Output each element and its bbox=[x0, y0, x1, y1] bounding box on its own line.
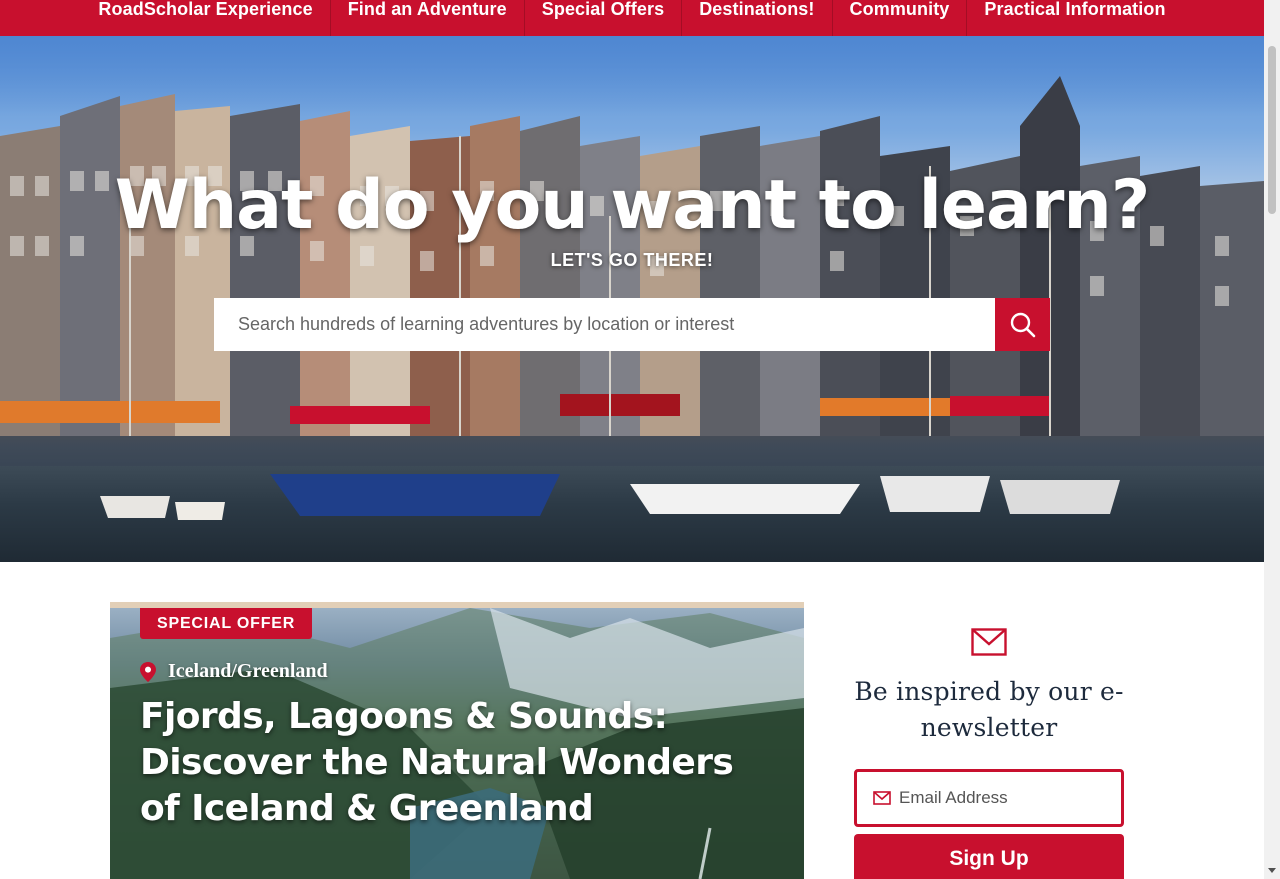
nav-item-practical-information[interactable]: Practical Information bbox=[967, 0, 1182, 36]
special-offer-badge: SPECIAL OFFER bbox=[140, 608, 313, 639]
card-location-label: Iceland/Greenland bbox=[168, 660, 328, 682]
scrollbar-thumb[interactable] bbox=[1268, 46, 1276, 214]
hero-harbor-water bbox=[0, 466, 1264, 562]
card-location: Iceland/Greenland bbox=[140, 660, 328, 683]
email-input[interactable] bbox=[899, 788, 1109, 808]
special-offer-card[interactable]: SPECIAL OFFER Iceland/Greenland Fjords, … bbox=[110, 602, 804, 879]
newsletter-signup: Be inspired by our e-newsletter Sign Up bbox=[854, 602, 1124, 879]
sign-up-button[interactable]: Sign Up bbox=[854, 834, 1124, 879]
page-scrollbar[interactable] bbox=[1264, 0, 1280, 879]
nav-item-destinations[interactable]: Destinations! bbox=[682, 0, 833, 36]
nav-item-find-an-adventure[interactable]: Find an Adventure bbox=[331, 0, 525, 36]
scroll-down-arrow-icon[interactable] bbox=[1268, 868, 1276, 873]
map-pin-icon bbox=[140, 661, 156, 682]
email-envelope-icon bbox=[873, 791, 891, 805]
envelope-icon bbox=[971, 628, 1007, 656]
nav-item-special-offers[interactable]: Special Offers bbox=[525, 0, 683, 36]
search-input[interactable] bbox=[214, 298, 995, 351]
nav-item-community[interactable]: Community bbox=[833, 0, 968, 36]
search-icon bbox=[1010, 312, 1035, 337]
hero-title: What do you want to learn? bbox=[114, 166, 1151, 245]
newsletter-email-field[interactable] bbox=[854, 769, 1124, 827]
card-title[interactable]: Fjords, Lagoons & Sounds: Discover the N… bbox=[140, 694, 780, 832]
hero-banner: What do you want to learn? LET'S GO THER… bbox=[0, 36, 1264, 562]
newsletter-heading: Be inspired by our e-newsletter bbox=[854, 677, 1124, 742]
hero-subtitle: LET'S GO THERE! bbox=[550, 250, 714, 270]
search-button[interactable] bbox=[995, 298, 1050, 351]
nav-item-roadscholar-experience[interactable]: RoadScholar Experience bbox=[81, 0, 331, 36]
hero-search bbox=[214, 298, 1050, 351]
main-nav: RoadScholar Experience Find an Adventure… bbox=[0, 0, 1264, 36]
